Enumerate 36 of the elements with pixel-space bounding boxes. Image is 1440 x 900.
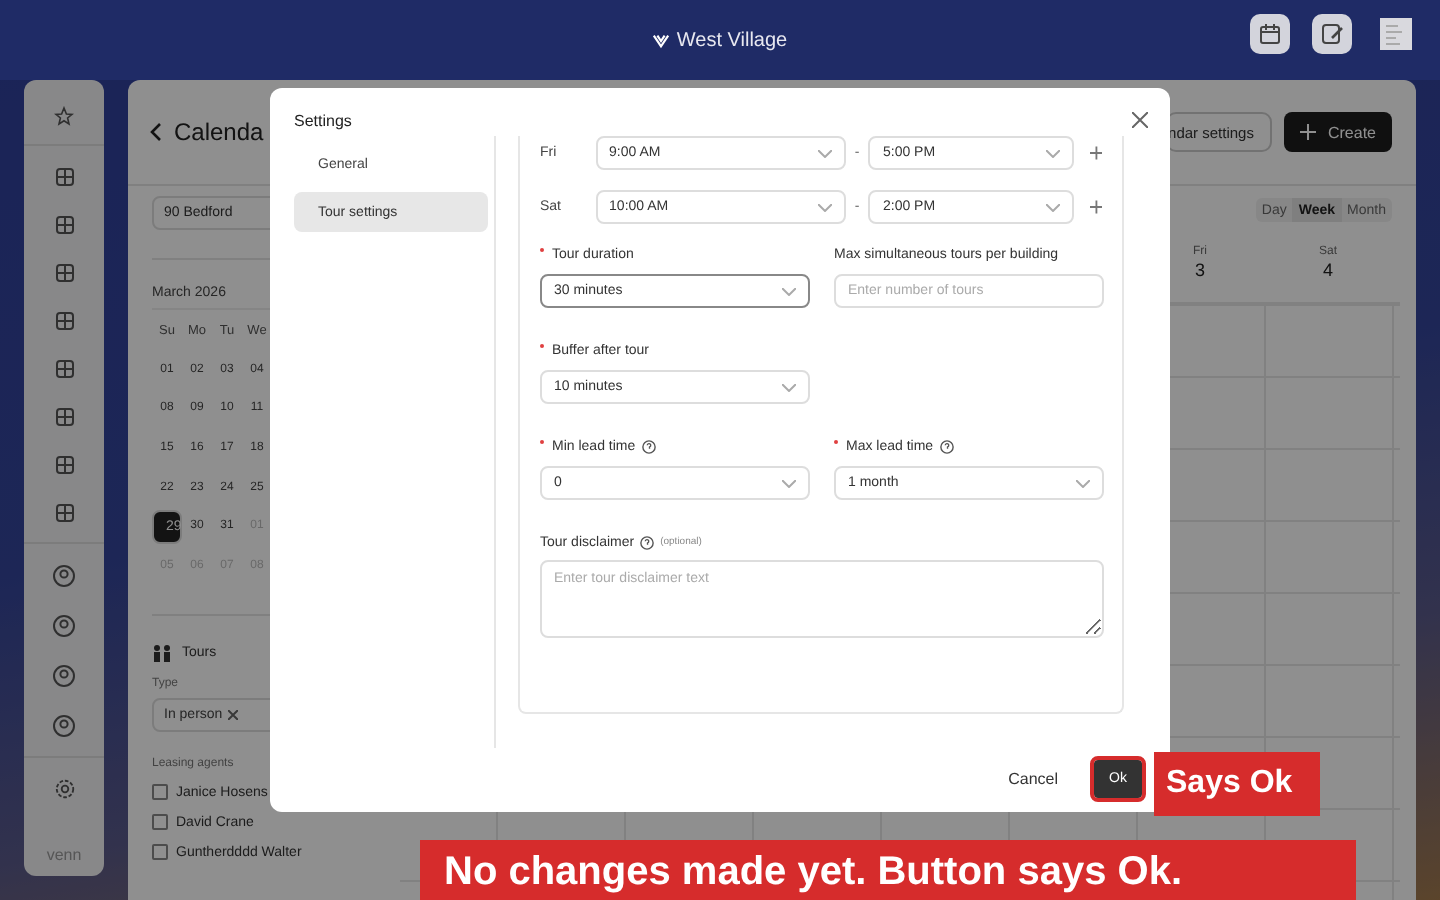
chevron-icon [1076, 479, 1090, 487]
date-number: 4 [1322, 260, 1333, 280]
agent-checkbox[interactable] [152, 844, 168, 861]
plus-icon[interactable] [1089, 146, 1102, 160]
settings-icon[interactable] [53, 778, 75, 800]
back-icon[interactable] [148, 122, 164, 142]
star-icon[interactable] [54, 106, 74, 126]
dialog-title: Settings [294, 111, 352, 129]
plus-icon[interactable] [1089, 200, 1102, 214]
grid-icon[interactable] [53, 166, 75, 188]
chevron-icon [782, 287, 796, 295]
chevron-icon [1045, 149, 1060, 157]
annotation-callout: Says Ok [1154, 752, 1320, 816]
edit-icon [1320, 22, 1344, 46]
calendar-button[interactable] [1250, 14, 1290, 54]
plus-icon [1299, 124, 1316, 140]
cancel-button[interactable]: Cancel [996, 768, 1070, 790]
people-icon [152, 644, 172, 663]
annotation-banner: No changes made yet. Button says Ok. [420, 840, 1356, 900]
edit-button[interactable] [1312, 14, 1352, 54]
location-name[interactable]: West Village [676, 29, 788, 51]
calendar-icon [1258, 22, 1282, 46]
chevron-icon [817, 149, 832, 157]
chevron-icon [1045, 203, 1060, 211]
close-icon[interactable] [1132, 112, 1148, 128]
agent-checkbox[interactable] [152, 814, 168, 831]
page-title: Calenda [174, 118, 264, 146]
create-button[interactable]: Create [1283, 112, 1392, 152]
chevron-icon [782, 479, 796, 487]
date-number: 3 [1194, 260, 1205, 280]
chevron-icon [782, 383, 796, 391]
agent-checkbox[interactable] [152, 784, 168, 801]
logo-icon [652, 31, 671, 49]
help-icon [640, 535, 655, 549]
close-icon[interactable] [228, 710, 239, 721]
chevron-icon [817, 203, 832, 211]
